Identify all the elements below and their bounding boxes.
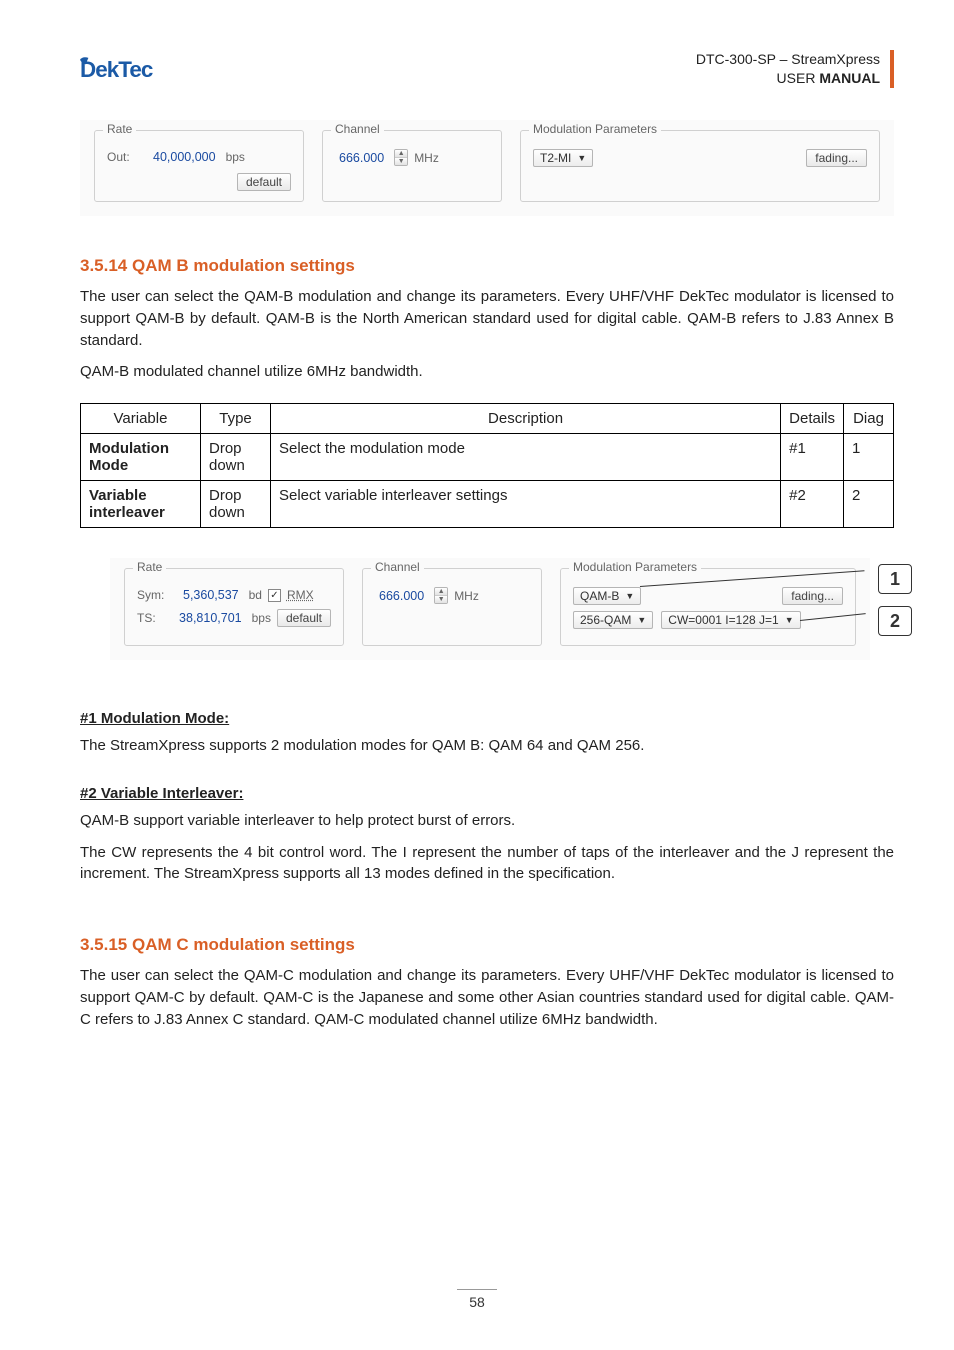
sym-label: Sym: — [137, 588, 173, 602]
cell-type: Drop down — [201, 481, 271, 528]
cw-dropdown[interactable]: CW=0001 I=128 J=1 ▼ — [661, 611, 800, 629]
dektec-logo: DekTec — [80, 50, 220, 90]
qamb-dropdown[interactable]: QAM-B ▼ — [573, 587, 641, 605]
channel-group: Channel 666.000 ▲▼ MHz — [322, 130, 502, 202]
default-button-2[interactable]: default — [277, 609, 331, 627]
cell-type: Drop down — [201, 434, 271, 481]
section2-para1: The user can select the QAM-C modulation… — [80, 965, 894, 1030]
modulation-group: Modulation Parameters T2-MI ▼ fading... — [520, 130, 880, 202]
cell-variable: Variable interleaver — [81, 481, 201, 528]
channel-unit: MHz — [414, 151, 439, 165]
page-number: 58 — [0, 1289, 954, 1310]
doc-type-pre: USER — [777, 70, 820, 86]
ts-value: 38,810,701 — [175, 610, 246, 626]
ui-panel-t2mi: Rate Out: 40,000,000 bps default Channel… — [80, 120, 894, 216]
fading-button-2[interactable]: fading... — [782, 587, 843, 605]
ts-unit: bps — [252, 611, 271, 625]
caret-down-icon: ▼ — [577, 153, 586, 163]
qam256-dropdown[interactable]: 256-QAM ▼ — [573, 611, 653, 629]
sym-unit: bd — [249, 588, 262, 602]
doc-header-right: DTC-300-SP – StreamXpress USER MANUAL — [696, 50, 894, 88]
channel-value[interactable]: 666.000 — [335, 150, 388, 166]
doc-id: DTC-300-SP – StreamXpress — [696, 50, 880, 69]
cw-value: CW=0001 I=128 J=1 — [668, 613, 778, 627]
caret-down-icon: ▼ — [785, 615, 794, 625]
th-variable: Variable — [81, 404, 201, 434]
th-description: Description — [271, 404, 781, 434]
th-diag: Diag — [844, 404, 894, 434]
rmx-label[interactable]: RMX — [287, 588, 314, 602]
channel-legend-2: Channel — [371, 560, 424, 574]
detail1-text: The StreamXpress supports 2 modulation m… — [80, 735, 894, 757]
channel-group-2: Channel 666.000 ▲▼ MHz — [362, 568, 542, 646]
channel-spinner[interactable]: ▲▼ — [394, 149, 408, 166]
th-type: Type — [201, 404, 271, 434]
cell-details: #1 — [781, 434, 844, 481]
cell-details: #2 — [781, 481, 844, 528]
out-unit: bps — [226, 150, 245, 164]
modulation-dropdown[interactable]: T2-MI ▼ — [533, 149, 593, 167]
out-value[interactable]: 40,000,000 — [149, 149, 220, 165]
channel-legend: Channel — [331, 122, 384, 136]
svg-text:DekTec: DekTec — [80, 57, 153, 82]
modulation-group-2: Modulation Parameters QAM-B ▼ fading... … — [560, 568, 856, 646]
detail2-text1: QAM-B support variable interleaver to he… — [80, 810, 894, 832]
parameters-table: Variable Type Description Details Diag M… — [80, 403, 894, 528]
rmx-checkbox[interactable]: ✓ — [268, 589, 281, 602]
cell-desc: Select variable interleaver settings — [271, 481, 781, 528]
section-heading-qamc: 3.5.15 QAM C modulation settings — [80, 935, 894, 955]
doc-type-bold: MANUAL — [819, 70, 880, 86]
fading-button[interactable]: fading... — [806, 149, 867, 167]
mod-legend-2: Modulation Parameters — [569, 560, 701, 574]
cell-diag: 2 — [844, 481, 894, 528]
qamb-value: QAM-B — [580, 589, 619, 603]
callout-2: 2 — [878, 606, 912, 636]
caret-down-icon: ▼ — [625, 591, 634, 601]
rate-group: Rate Out: 40,000,000 bps default — [94, 130, 304, 202]
channel-spinner-2[interactable]: ▲▼ — [434, 587, 448, 604]
out-label: Out: — [107, 150, 143, 164]
detail2-head: #2 Variable Interleaver: — [80, 785, 894, 802]
rate-legend-2: Rate — [133, 560, 166, 574]
section1-para2: QAM-B modulated channel utilize 6MHz ban… — [80, 361, 894, 383]
detail1-head: #1 Modulation Mode: — [80, 710, 894, 727]
cell-variable: Modulation Mode — [81, 434, 201, 481]
ts-label: TS: — [137, 611, 169, 625]
cell-diag: 1 — [844, 434, 894, 481]
cell-desc: Select the modulation mode — [271, 434, 781, 481]
channel-unit-2: MHz — [454, 589, 479, 603]
page-header: DekTec DTC-300-SP – StreamXpress USER MA… — [80, 50, 894, 90]
detail2-text2: The CW represents the 4 bit control word… — [80, 842, 894, 886]
default-button[interactable]: default — [237, 173, 291, 191]
mod-legend: Modulation Parameters — [529, 122, 661, 136]
channel-value-2[interactable]: 666.000 — [375, 588, 428, 604]
callout-1: 1 — [878, 564, 912, 594]
qam256-value: 256-QAM — [580, 613, 631, 627]
section1-para1: The user can select the QAM-B modulation… — [80, 286, 894, 351]
modulation-value: T2-MI — [540, 151, 571, 165]
rate-legend: Rate — [103, 122, 136, 136]
section-heading-qamb: 3.5.14 QAM B modulation settings — [80, 256, 894, 276]
rate-group-2: Rate Sym: 5,360,537 bd ✓ RMX TS: 38,810,… — [124, 568, 344, 646]
table-row: Modulation Mode Drop down Select the mod… — [81, 434, 894, 481]
th-details: Details — [781, 404, 844, 434]
sym-value[interactable]: 5,360,537 — [179, 587, 243, 603]
ui-panel-qamb: Rate Sym: 5,360,537 bd ✓ RMX TS: 38,810,… — [110, 558, 870, 660]
table-row: Variable interleaver Drop down Select va… — [81, 481, 894, 528]
caret-down-icon: ▼ — [637, 615, 646, 625]
